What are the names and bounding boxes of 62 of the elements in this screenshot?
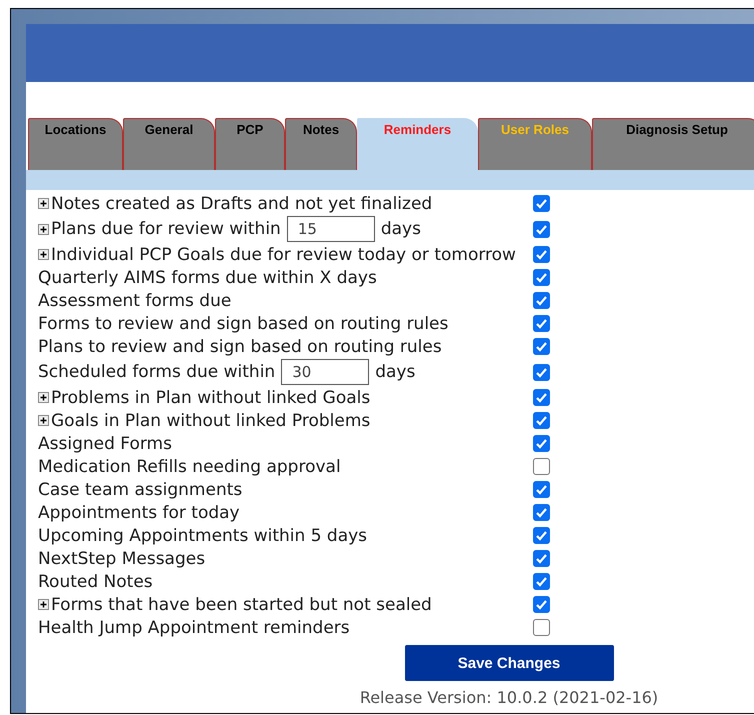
checkbox[interactable] xyxy=(533,364,550,380)
expand-icon[interactable] xyxy=(38,198,49,209)
checkbox[interactable] xyxy=(533,619,550,636)
tab-label: Diagnosis Setup xyxy=(626,122,728,137)
reminder-label: Assigned Forms xyxy=(38,434,172,454)
save-changes-button[interactable]: Save Changes xyxy=(404,645,614,681)
reminder-label: Forms to review and sign based on routing rules xyxy=(38,314,448,334)
reminder-label: Plans due for review within xyxy=(51,219,281,239)
release-version: Release Version: 10.0.2 (2021-02-16) xyxy=(360,688,658,707)
reminder-label: Quarterly AIMS forms due within X days xyxy=(38,268,377,288)
checkbox[interactable] xyxy=(533,435,550,452)
tab[interactable]: Notes xyxy=(285,118,357,170)
reminder-label: Goals in Plan without linked Problems xyxy=(51,410,370,430)
expand-icon[interactable] xyxy=(38,392,49,403)
checkbox[interactable] xyxy=(533,389,550,406)
days-label: days xyxy=(380,219,421,239)
tab[interactable]: Diagnosis Setup xyxy=(592,118,754,170)
expand-icon[interactable] xyxy=(38,415,49,426)
expand-icon[interactable] xyxy=(38,224,49,234)
days-input[interactable]: 30 xyxy=(281,359,370,385)
reminder-label: Health Jump Appointment reminders xyxy=(38,618,350,638)
checkbox[interactable] xyxy=(533,412,550,429)
tab-label: Notes xyxy=(302,122,340,137)
expand-icon[interactable] xyxy=(38,599,49,610)
tab-label: Reminders xyxy=(384,122,452,137)
expand-icon[interactable] xyxy=(38,249,49,260)
checkbox[interactable] xyxy=(533,315,550,332)
tab[interactable]: Locations xyxy=(28,118,123,170)
tab-label: General xyxy=(144,122,194,137)
days-input[interactable]: 15 xyxy=(286,216,375,242)
checkbox[interactable] xyxy=(533,195,550,212)
checkbox[interactable] xyxy=(533,458,550,475)
checkbox[interactable] xyxy=(533,481,550,498)
reminder-label: Medication Refills needing approval xyxy=(38,456,341,476)
checkbox[interactable] xyxy=(533,527,550,544)
checkbox[interactable] xyxy=(533,338,550,355)
tab-label: User Roles xyxy=(501,122,569,137)
tab-label: PCP xyxy=(236,122,264,137)
tab[interactable]: General xyxy=(123,118,215,170)
checkbox[interactable] xyxy=(533,269,550,286)
reminder-label: Forms that have been started but not sealed xyxy=(51,594,432,614)
reminder-label: Appointments for today xyxy=(38,502,240,522)
days-label: days xyxy=(375,362,416,382)
tab[interactable]: PCP xyxy=(215,118,285,170)
checkbox[interactable] xyxy=(533,220,550,238)
checkbox[interactable] xyxy=(533,573,550,590)
reminder-label: Plans to review and sign based on routing rules xyxy=(38,336,442,356)
reminder-label: Upcoming Appointments within 5 days xyxy=(38,526,368,546)
reminder-label: Individual PCP Goals due for review today or tomorrow xyxy=(51,244,516,264)
checkbox[interactable] xyxy=(533,596,550,613)
checkbox[interactable] xyxy=(533,504,550,521)
reminder-label: Routed Notes xyxy=(38,572,153,592)
reminder-label: Problems in Plan without linked Goals xyxy=(51,388,370,408)
reminder-label: Scheduled forms due within xyxy=(38,362,276,382)
tab-label: Locations xyxy=(44,122,106,137)
checkbox[interactable] xyxy=(533,246,550,263)
reminder-label: Case team assignments xyxy=(38,480,242,500)
reminder-label: NextStep Messages xyxy=(38,548,206,568)
reminder-label: Assessment forms due xyxy=(38,290,232,310)
checkbox[interactable] xyxy=(533,292,550,309)
checkbox[interactable] xyxy=(533,550,550,567)
reminder-label: Notes created as Drafts and not yet finalized xyxy=(51,194,432,214)
